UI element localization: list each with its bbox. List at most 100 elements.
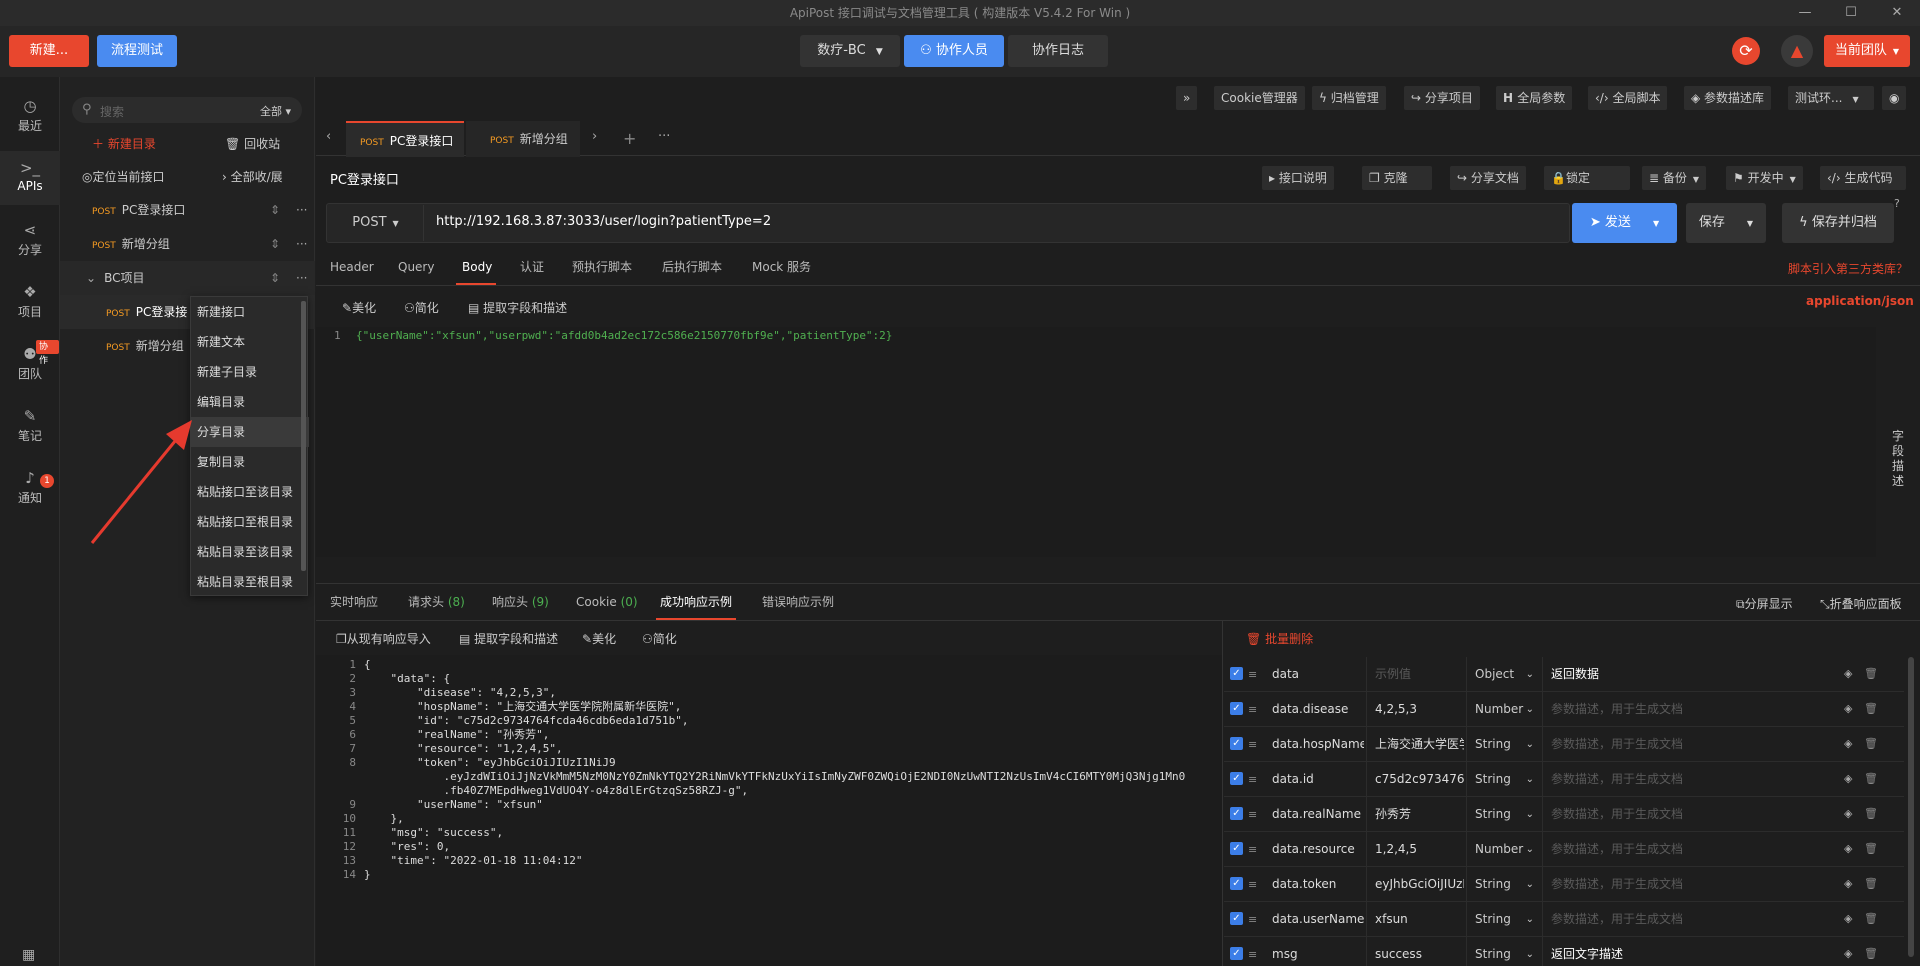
global-script-button[interactable]: ‹/› 全局脚本 — [1588, 86, 1668, 110]
field-desc[interactable]: 参数描述，用于生成文档 — [1542, 867, 1832, 902]
resp-tab-cookie[interactable]: Cookie (0) — [576, 584, 638, 620]
field-value[interactable]: 上海交通大学医学 — [1366, 727, 1464, 762]
field-value[interactable]: 1,2,4,5 — [1366, 832, 1464, 867]
field-value[interactable]: c75d2c9734764fcd — [1366, 762, 1464, 797]
sort-icon[interactable]: ⇕ — [270, 193, 280, 227]
tab-new-group[interactable]: POST 新增分组 — [466, 121, 580, 157]
more-icon[interactable]: ··· — [296, 261, 307, 295]
body-editor[interactable] — [316, 327, 1876, 557]
nav-notify[interactable]: ♪ 通知 — [0, 461, 60, 515]
trash-icon[interactable]: 🗑 — [1864, 737, 1878, 750]
field-type-select[interactable]: Number ⌄ — [1466, 692, 1540, 727]
filter-select[interactable]: 全部 ▾ — [260, 103, 291, 119]
field-type-select[interactable]: String ⌄ — [1466, 937, 1540, 966]
more-icon[interactable]: ··· — [296, 193, 307, 227]
field-checkbox[interactable]: ✓ — [1230, 947, 1243, 960]
field-value[interactable]: 4,2,5,3 — [1366, 692, 1464, 727]
field-name[interactable]: msg — [1264, 937, 1364, 966]
drag-handle-icon[interactable]: ≡ — [1248, 738, 1257, 751]
clone-button[interactable]: ❐ 克隆 — [1362, 166, 1432, 190]
resp-tab-error-example[interactable]: 错误响应示例 — [762, 584, 834, 620]
env-select[interactable]: 测试环... ▼ — [1788, 86, 1874, 110]
field-type-select[interactable]: String ⌄ — [1466, 762, 1540, 797]
collapse-button[interactable]: › 全部收/展 — [222, 168, 283, 185]
close-icon[interactable]: ✕ — [1874, 0, 1920, 26]
nav-share[interactable]: ⋖ 分享 — [0, 213, 60, 267]
param-desc-button[interactable]: ◈ 参数描述库 — [1684, 86, 1772, 110]
field-name[interactable]: data.disease — [1264, 692, 1364, 727]
cube-icon[interactable]: ◈ — [1844, 807, 1852, 820]
share-doc-button[interactable]: ↪ 分享文档 — [1450, 166, 1526, 190]
cube-icon[interactable]: ◈ — [1844, 877, 1852, 890]
cube-icon[interactable]: ◈ — [1844, 772, 1852, 785]
field-name[interactable]: data.token — [1264, 867, 1364, 902]
drag-handle-icon[interactable]: ≡ — [1248, 703, 1257, 716]
split-view-button[interactable]: ⧉分屏显示 — [1736, 595, 1793, 612]
more-icon[interactable]: ··· — [296, 227, 307, 261]
field-type-select[interactable]: String ⌄ — [1466, 867, 1540, 902]
field-value[interactable]: success — [1366, 937, 1464, 966]
menu-new-text[interactable]: 新建文本 — [191, 327, 309, 357]
save-archive-button[interactable]: ϟ 保存并归档 — [1782, 203, 1894, 243]
field-name[interactable]: data.realName — [1264, 797, 1364, 832]
nav-project[interactable]: ❖ 项目 — [0, 275, 60, 329]
field-desc[interactable]: 参数描述，用于生成文档 — [1542, 832, 1832, 867]
sort-icon[interactable]: ⇕ — [270, 227, 280, 261]
field-name[interactable]: data.id — [1264, 762, 1364, 797]
field-desc[interactable]: 参数描述，用于生成文档 — [1542, 727, 1832, 762]
cube-icon[interactable]: ◈ — [1844, 842, 1852, 855]
trash-icon[interactable]: 🗑 — [1864, 842, 1878, 855]
trash-icon[interactable]: 🗑 — [1864, 947, 1878, 960]
extract-fields-button[interactable]: ▤ 提取字段和描述 — [468, 299, 567, 316]
drag-handle-icon[interactable]: ≡ — [1248, 843, 1257, 856]
grid-icon[interactable]: ▦ — [22, 947, 35, 963]
add-tab-icon[interactable]: + — [623, 129, 636, 148]
field-desc[interactable]: 参数描述，用于生成文档 — [1542, 902, 1832, 937]
avatar[interactable]: ▲ — [1781, 35, 1813, 67]
backup-button[interactable]: ≣ 备份 ▼ — [1642, 166, 1707, 190]
field-name[interactable]: data.hospName — [1264, 727, 1364, 762]
extract-fields-button[interactable]: ▤ 提取字段和描述 — [459, 630, 558, 647]
field-name[interactable]: data.resource — [1264, 832, 1364, 867]
field-desc[interactable]: 返回文字描述 — [1542, 937, 1832, 966]
body-json-line[interactable]: {"userName":"xfsun","userpwd":"afdd0b4ad… — [356, 329, 892, 342]
scrollbar[interactable] — [1908, 657, 1914, 957]
cookie-manager-button[interactable]: Cookie管理器 — [1214, 86, 1305, 110]
field-desc[interactable]: 参数描述，用于生成文档 — [1542, 797, 1832, 832]
field-value[interactable]: eyJhbGciOiJIUzI1N — [1366, 867, 1464, 902]
menu-new-subdir[interactable]: 新建子目录 — [191, 357, 309, 387]
resp-tab-live[interactable]: 实时响应 — [330, 584, 378, 620]
sync-icon[interactable]: ⟳ — [1732, 37, 1760, 65]
field-name[interactable]: data.userName — [1264, 902, 1364, 937]
more-icon[interactable]: ··· — [658, 129, 670, 144]
tree-item[interactable]: POST PC登录接口 ⇕ ··· — [60, 193, 315, 227]
chevron-left-icon[interactable]: ‹ — [326, 129, 331, 144]
trash-icon[interactable]: 🗑 — [1864, 772, 1878, 785]
drag-handle-icon[interactable]: ≡ — [1248, 668, 1257, 681]
drag-handle-icon[interactable]: ≡ — [1248, 878, 1257, 891]
url-input[interactable]: http://192.168.3.87:3033/user/login?pati… — [436, 214, 771, 229]
third-party-link[interactable]: 脚本引入第三方类库？ — [1788, 260, 1908, 277]
field-value[interactable]: 孙秀芳 — [1366, 797, 1464, 832]
cube-icon[interactable]: ◈ — [1844, 667, 1852, 680]
field-value[interactable]: xfsun — [1366, 902, 1464, 937]
content-type-select[interactable]: application/json▼ — [1806, 294, 1920, 308]
api-doc-button[interactable]: ▸ 接口说明 — [1262, 166, 1334, 190]
beautify-button[interactable]: ✎美化 — [342, 299, 376, 316]
field-desc-toggle[interactable]: 字段描述 — [1892, 429, 1906, 489]
tree-item[interactable]: POST 新增分组 ⇕ ··· — [60, 227, 315, 261]
tree-folder[interactable]: ⌄ BC项目 ⇕ ··· — [60, 261, 315, 295]
project-select[interactable]: 数疗-BC ▼ — [800, 35, 900, 67]
trash-icon[interactable]: 🗑 — [1864, 702, 1878, 715]
req-tab-query[interactable]: Query — [398, 249, 434, 285]
gen-code-button[interactable]: ‹/› 生成代码 — [1820, 166, 1906, 190]
req-tab-pre-script[interactable]: 预执行脚本 — [572, 249, 632, 285]
search-box[interactable]: ⚲ 搜索 全部 ▾ — [72, 97, 302, 123]
field-type-select[interactable]: String ⌄ — [1466, 902, 1540, 937]
req-tab-mock[interactable]: Mock 服务 — [752, 249, 811, 285]
batch-delete-button[interactable]: 🗑 批量删除 — [1246, 630, 1313, 647]
field-type-select[interactable]: Number ⌄ — [1466, 832, 1540, 867]
beautify-button[interactable]: ✎美化 — [582, 630, 616, 647]
field-checkbox[interactable]: ✓ — [1230, 842, 1243, 855]
minimize-icon[interactable]: — — [1782, 0, 1828, 26]
